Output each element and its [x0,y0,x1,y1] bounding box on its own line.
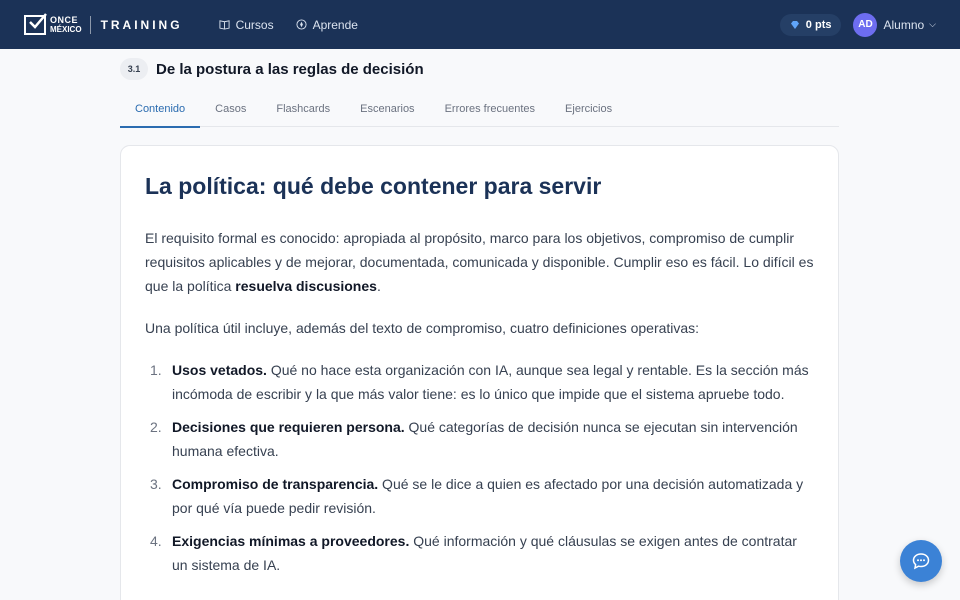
tab-flashcards[interactable]: Flashcards [261,90,345,127]
nav-label: Cursos [235,17,274,32]
list-item: 1. Usos vetados. Qué no hace esta organiz… [150,362,809,402]
tab-contenido[interactable]: Contenido [120,90,201,128]
user-name[interactable]: Alumno [883,18,924,32]
list-intro-paragraph: Una política útil incluye, además del te… [145,320,700,336]
list-item: 2. Decisiones que requieren persona. Qué … [150,419,798,459]
logo[interactable]: ONCE MÉXICO TRAINING [24,12,183,35]
nav-aprende[interactable]: Aprende [296,18,358,32]
logo-divider [89,15,91,34]
points-badge[interactable]: 0 pts [779,13,842,36]
top-navbar: ONCE MÉXICO TRAINING Cursos Aprende 0 pt… [0,0,960,49]
list-item: 4. Exigencias mínimas a proveedores. Qué … [150,533,797,573]
logo-text: ONCE MÉXICO [50,14,82,34]
list-item: 3. Compromiso de transparencia. Qué se le… [150,476,804,516]
brand-name: TRAINING [100,17,183,32]
nav-label: Aprende [312,17,358,32]
section-header: 3.1 De la postura a las reglas de decisi… [120,58,424,80]
logo-check-icon [24,12,47,35]
avatar[interactable]: AD [853,12,878,37]
book-icon [219,20,230,30]
user-area: 0 pts AD Alumno ⌵ [779,12,936,37]
chat-button[interactable] [900,540,942,582]
section-number-badge: 3.1 [120,58,148,80]
chevron-down-icon[interactable]: ⌵ [929,19,936,30]
chat-bubble-icon [912,553,930,570]
section-title: De la postura a las reglas de decisión [156,60,424,78]
content-tabs: Contenido Casos Flashcards Escenarios Er… [120,90,839,128]
points-value: 0 pts [805,18,832,31]
content-card: La política: qué debe contener para serv… [120,145,839,600]
tab-escenarios[interactable]: Escenarios [345,90,429,127]
main-nav: Cursos Aprende [219,18,358,32]
compass-icon [296,19,307,30]
intro-paragraph: El requisito formal es conocido: apropia… [145,230,814,294]
tab-ejercicios[interactable]: Ejercicios [550,90,627,127]
tab-errores-frecuentes[interactable]: Errores frecuentes [430,90,550,127]
diamond-icon [790,20,799,29]
tab-casos[interactable]: Casos [200,90,261,127]
emphasis: resuelva discusiones [235,278,377,294]
nav-cursos[interactable]: Cursos [219,18,274,32]
content-title: La política: qué debe contener para serv… [145,173,602,199]
definitions-list: 1. Usos vetados. Qué no hace esta organiz… [145,358,814,577]
